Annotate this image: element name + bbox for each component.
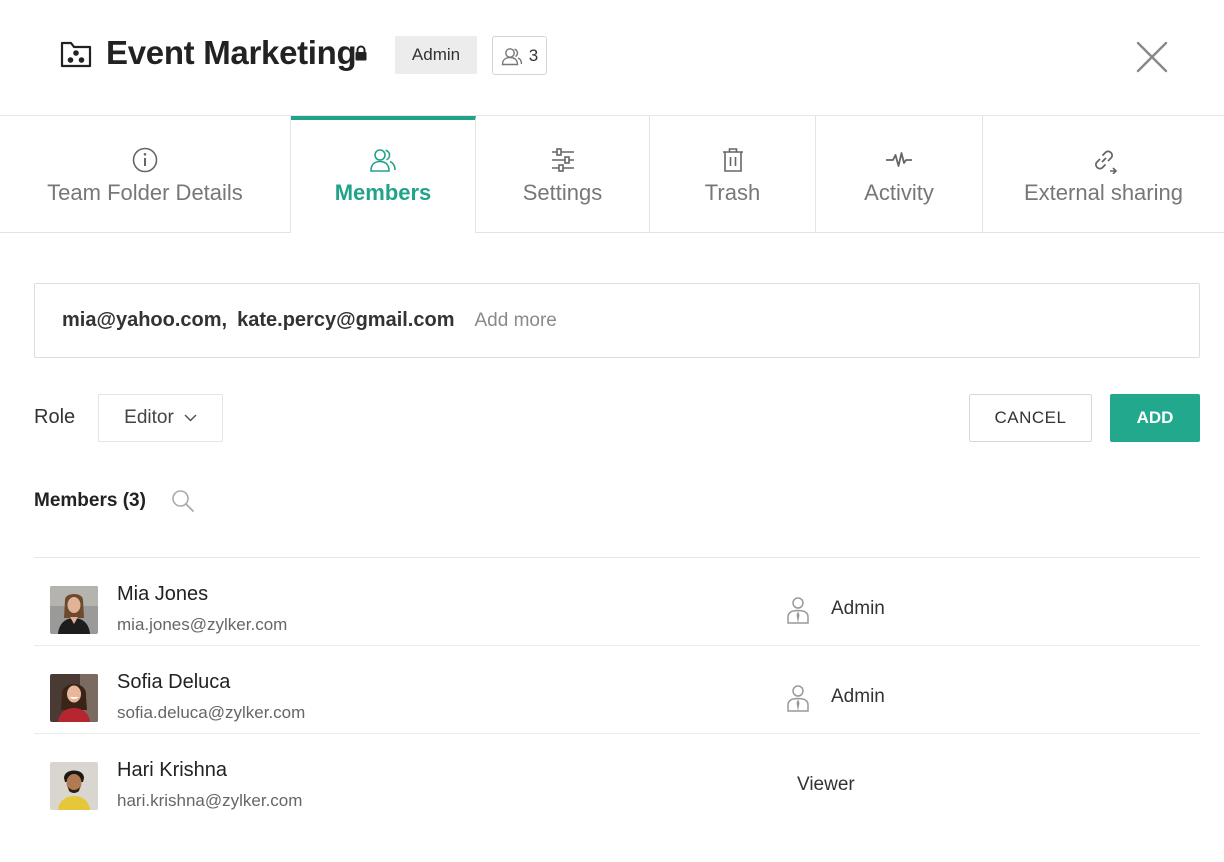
close-icon[interactable] (1134, 39, 1170, 75)
tab-label: Settings (522, 180, 603, 205)
add-button[interactable]: ADD (1110, 394, 1200, 442)
cancel-button[interactable]: CANCEL (969, 394, 1092, 442)
tab-external-sharing[interactable]: External sharing (983, 116, 1224, 232)
tab-label: Team Folder Details (47, 180, 243, 205)
member-email: sofia.deluca@zylker.com (117, 703, 306, 722)
member-row[interactable]: Hari Krishna hari.krishna@zylker.com Vie… (34, 734, 1200, 822)
tab-members[interactable]: Members (291, 116, 476, 233)
member-row[interactable]: Sofia Deluca sofia.deluca@zylker.com Adm… (34, 646, 1200, 734)
tab-bar: Team Folder Details Members Settings Tra… (0, 116, 1224, 233)
avatar (50, 674, 98, 722)
member-email: hari.krishna@zylker.com (117, 791, 303, 810)
team-folder-icon (60, 41, 92, 68)
member-name: Sofia Deluca (117, 671, 231, 693)
link-icon (1094, 150, 1117, 174)
role-badge: Admin (395, 36, 477, 74)
tab-trash[interactable]: Trash (650, 116, 816, 232)
members-list: Mia Jones mia.jones@zylker.com Admin Sof… (34, 557, 1200, 822)
member-name: Hari Krishna (117, 759, 228, 781)
members-icon (501, 47, 522, 65)
dialog-header: Event Marketing Admin 3 (0, 0, 1224, 116)
avatar (50, 762, 98, 810)
member-email: mia.jones@zylker.com (117, 615, 288, 634)
member-name: Mia Jones (117, 583, 209, 605)
sliders-icon (551, 148, 574, 172)
trash-icon (722, 148, 743, 172)
role-dropdown-value: Editor (124, 407, 174, 428)
member-role[interactable]: Admin (831, 686, 885, 708)
members-icon (370, 149, 396, 172)
email-separator: , (221, 309, 228, 331)
avatar (50, 586, 98, 634)
tab-team-folder-details[interactable]: Team Folder Details (0, 116, 291, 232)
chevron-down-icon (184, 414, 197, 422)
member-row[interactable]: Mia Jones mia.jones@zylker.com Admin (34, 558, 1200, 646)
role-dropdown[interactable]: Editor (98, 394, 223, 442)
member-count-badge[interactable]: 3 (492, 36, 547, 75)
member-role[interactable]: Viewer (797, 774, 855, 796)
tab-activity[interactable]: Activity (816, 116, 983, 232)
members-heading: Members (3) (34, 490, 146, 511)
admin-role-icon (787, 685, 809, 712)
role-label: Role (34, 406, 76, 428)
tab-label: External sharing (1024, 180, 1183, 205)
admin-role-icon (787, 597, 809, 624)
email-chip[interactable]: kate.percy@gmail.com (237, 309, 454, 332)
page-title: Event Marketing (106, 34, 357, 71)
member-count: 3 (528, 45, 539, 65)
lock-icon (355, 45, 367, 61)
tab-label: Trash (704, 180, 761, 205)
pulse-icon (886, 152, 912, 167)
invite-email-input[interactable]: mia@yahoo.com , kate.percy@gmail.com Add… (34, 283, 1200, 358)
info-icon (132, 147, 158, 173)
tab-label: Members (334, 180, 432, 205)
tab-label: Activity (864, 180, 934, 205)
add-more-placeholder[interactable]: Add more (474, 310, 556, 332)
tab-settings[interactable]: Settings (476, 116, 650, 232)
email-chip[interactable]: mia@yahoo.com (62, 309, 222, 332)
member-role[interactable]: Admin (831, 598, 885, 620)
search-icon[interactable] (170, 488, 196, 514)
